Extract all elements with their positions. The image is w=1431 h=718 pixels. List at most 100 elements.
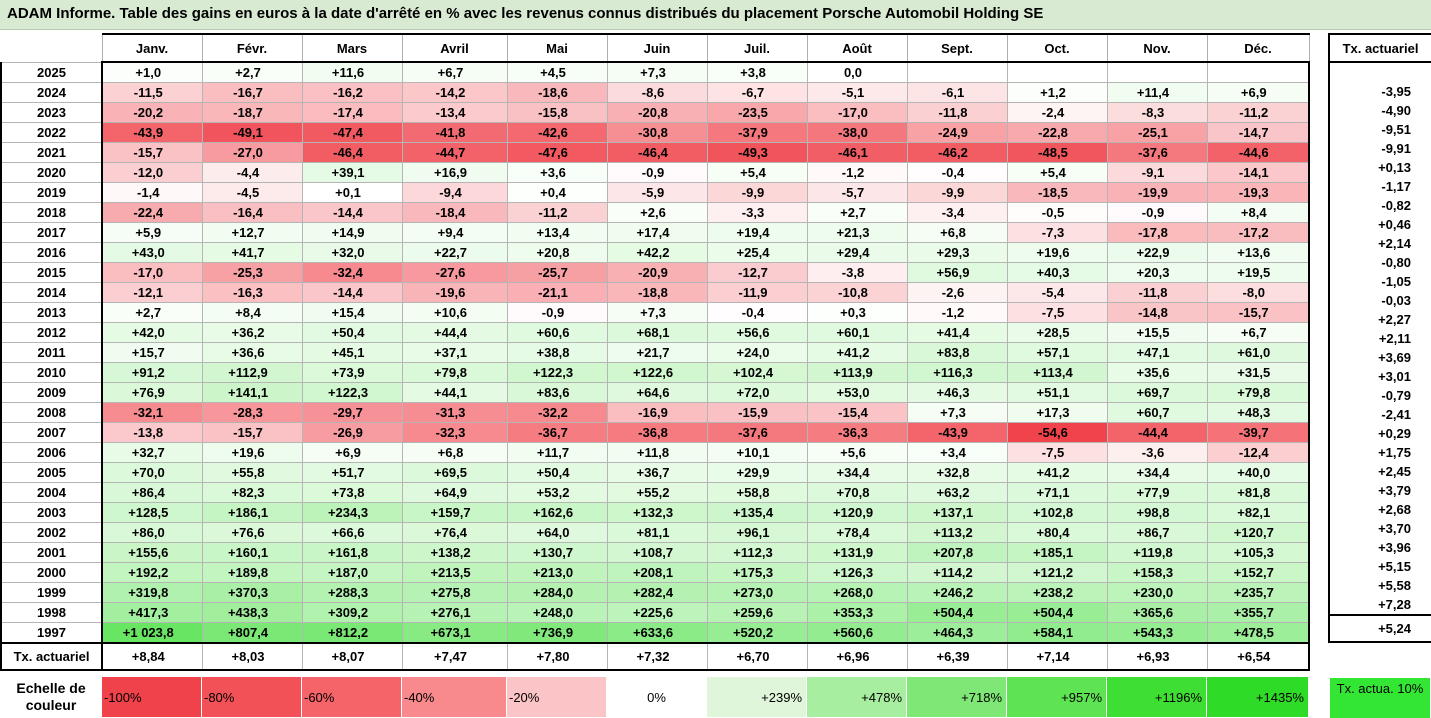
side-row: +3,01: [1328, 367, 1431, 386]
value-cell: +44,4: [401, 322, 508, 343]
value-cell: +6,9: [1206, 82, 1310, 103]
value-cell: -46,2: [906, 142, 1008, 163]
side-row: [1328, 62, 1431, 82]
actuarial-cell: -1,17: [1328, 177, 1431, 196]
value-cell: +0,1: [301, 182, 403, 203]
value-cell: +138,2: [401, 542, 508, 563]
value-cell: +2,7: [201, 61, 303, 83]
value-cell: -5,9: [606, 182, 708, 203]
scale-swatch: +1435%: [1206, 676, 1309, 718]
value-cell: +2,7: [806, 202, 908, 223]
month-header-4: Mai: [506, 33, 608, 63]
actuarial-cell: +2,68: [1328, 500, 1431, 519]
year-cell: 2002: [0, 522, 103, 543]
value-cell: +3,8: [706, 61, 808, 83]
value-cell: -14,7: [1206, 122, 1310, 143]
value-cell: +186,1: [201, 502, 303, 523]
value-cell: +81,1: [606, 522, 708, 543]
year-cell: 2016: [0, 242, 103, 263]
year-cell: 2004: [0, 482, 103, 503]
footer-value: +8,07: [301, 642, 403, 671]
side-row: -0,82: [1328, 196, 1431, 215]
year-cell: 2011: [0, 342, 103, 363]
value-cell: +1 023,8: [101, 622, 203, 644]
value-cell: +0,3: [806, 302, 908, 323]
value-cell: -20,2: [101, 102, 203, 123]
value-cell: +113,9: [806, 362, 908, 383]
actuarial-cell: +1,75: [1328, 443, 1431, 462]
table-row: 2016 +43,0 +41,7 +32,0 +22,7 +20,8 +42,2 +25,4 +…: [0, 242, 1310, 263]
value-cell: +438,3: [201, 602, 303, 623]
value-cell: -1,4: [101, 182, 203, 203]
value-cell: -15,4: [806, 402, 908, 423]
value-cell: +45,1: [301, 342, 403, 363]
side-footer-row: +5,24: [1328, 614, 1431, 643]
value-cell: +119,8: [1106, 542, 1208, 563]
value-cell: -14,4: [301, 202, 403, 223]
value-cell: +121,2: [1006, 562, 1108, 583]
value-cell: -29,7: [301, 402, 403, 423]
value-cell: -12,7: [706, 262, 808, 283]
table-row: 2007 -13,8 -15,7 -26,9 -32,3 -36,7 -36,8 -37,6-…: [0, 422, 1310, 443]
value-cell: +6,7: [401, 61, 508, 83]
value-cell: +235,7: [1206, 582, 1310, 603]
table-row: 2012 +42,0 +36,2 +50,4 +44,4 +60,6 +68,1 +56,6 +…: [0, 322, 1310, 343]
footer-value: +6,70: [706, 642, 808, 671]
value-cell: +47,1: [1106, 342, 1208, 363]
value-cell: -19,6: [401, 282, 508, 303]
value-cell: +15,5: [1106, 322, 1208, 343]
value-cell: +122,3: [301, 382, 403, 403]
year-cell: 2025: [0, 61, 103, 83]
value-cell: -49,3: [706, 142, 808, 163]
value-cell: +11,4: [1106, 82, 1208, 103]
scale-actuarial-swatch: Tx. actua. 10%: [1330, 678, 1430, 718]
value-cell: -3,3: [706, 202, 808, 223]
scale-row: Echelle de couleur -100% -80% -60% -40% -20%…: [0, 676, 1309, 718]
value-cell: +113,2: [906, 522, 1008, 543]
table-row: 2000 +192,2 +189,8 +187,0 +213,5 +213,0 +208,1…: [0, 562, 1310, 583]
value-cell: -36,7: [506, 422, 608, 443]
value-cell: -44,7: [401, 142, 508, 163]
value-cell: -47,4: [301, 122, 403, 143]
value-cell: -44,6: [1206, 142, 1310, 163]
value-cell: -1,2: [906, 302, 1008, 323]
value-cell: +16,9: [401, 162, 508, 183]
value-cell: +11,8: [606, 442, 708, 463]
value-cell: +112,3: [706, 542, 808, 563]
value-cell: +48,3: [1206, 402, 1310, 423]
value-cell: +273,0: [706, 582, 808, 603]
side-row: +5,58: [1328, 576, 1431, 595]
value-cell: -15,7: [1206, 302, 1310, 323]
value-cell: +76,6: [201, 522, 303, 543]
value-cell: +46,3: [906, 382, 1008, 403]
value-cell: -27,0: [201, 142, 303, 163]
side-row: -1,17: [1328, 177, 1431, 196]
scale-swatch: -100%: [101, 676, 202, 718]
table-row: 2015 -17,0 -25,3 -32,4 -27,6 -25,7 -20,9 -12,7-…: [0, 262, 1310, 283]
value-cell: +29,9: [706, 462, 808, 483]
value-cell: +83,6: [506, 382, 608, 403]
actuarial-cell: -0,80: [1328, 253, 1431, 272]
scale-swatch: -60%: [301, 676, 402, 718]
value-cell: +504,4: [906, 602, 1008, 623]
value-cell: +2,7: [101, 302, 203, 323]
value-cell: +504,4: [1006, 602, 1108, 623]
title-bar: ADAM Informe. Table des gains en euros à…: [0, 0, 1431, 30]
value-cell: -19,9: [1106, 182, 1208, 203]
value-cell: +225,6: [606, 602, 708, 623]
value-cell: -0,9: [506, 302, 608, 323]
value-cell: +37,1: [401, 342, 508, 363]
value-cell: +40,3: [1006, 262, 1108, 283]
value-cell: +6,8: [401, 442, 508, 463]
value-cell: +55,2: [606, 482, 708, 503]
value-cell: +464,3: [906, 622, 1008, 644]
value-cell: -12,4: [1206, 442, 1310, 463]
value-cell: -0,9: [606, 162, 708, 183]
value-cell: +120,7: [1206, 522, 1310, 543]
value-cell: -54,6: [1006, 422, 1108, 443]
value-cell: -25,7: [506, 262, 608, 283]
value-cell: +82,3: [201, 482, 303, 503]
value-cell: -0,9: [1106, 202, 1208, 223]
table-row: 1999 +319,8 +370,3 +288,3 +275,8 +284,0 +282,4…: [0, 582, 1310, 603]
side-row: +0,13: [1328, 158, 1431, 177]
